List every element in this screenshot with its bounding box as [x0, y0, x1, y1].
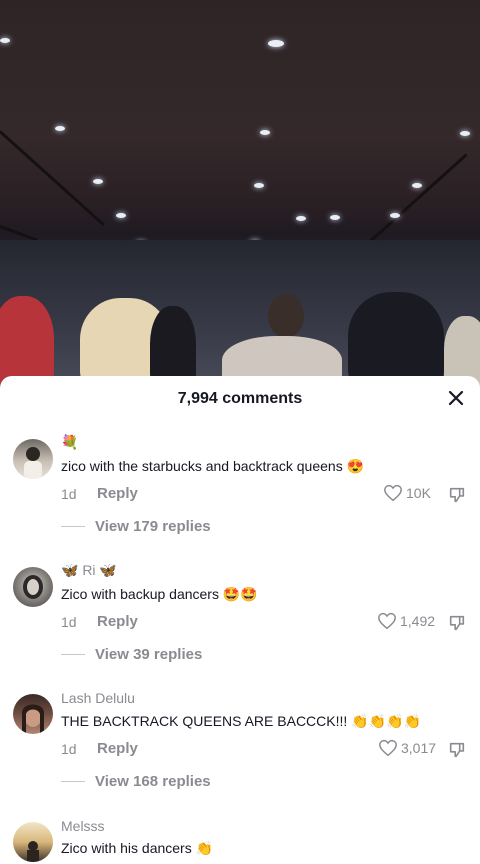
comments-header: 7,994 comments	[0, 376, 480, 422]
ceiling-beam	[0, 130, 106, 227]
like-count: 3,017	[401, 740, 437, 756]
ceiling-light	[330, 215, 340, 220]
ceiling-light	[260, 130, 270, 135]
dislike-icon[interactable]	[448, 614, 466, 632]
like-button[interactable]: 1,492	[377, 612, 435, 630]
heart-icon	[378, 612, 396, 630]
comments-sheet: 7,994 comments 💐 zico with the starbucks…	[0, 376, 480, 864]
comment-item: 🦋 Ri 🦋 Zico with backup dancers 🤩🤩 1d Re…	[0, 562, 480, 672]
like-button[interactable]: 3,017	[378, 739, 436, 757]
ceiling-light	[116, 213, 126, 218]
heart-icon	[379, 739, 397, 757]
dancer-figure	[268, 294, 304, 338]
ceiling-light	[412, 183, 422, 188]
ceiling-beam	[368, 153, 468, 243]
comments-count-title: 7,994 comments	[177, 390, 303, 407]
comment-text: Zico with his dancers 👏	[61, 840, 214, 856]
avatar[interactable]	[13, 822, 53, 862]
reply-button[interactable]: Reply	[97, 740, 138, 757]
comment-text: Zico with backup dancers 🤩🤩	[61, 586, 258, 602]
ceiling-light	[55, 126, 65, 131]
ceiling-light	[0, 38, 10, 43]
like-button[interactable]: 10K	[383, 484, 431, 502]
reply-button[interactable]: Reply	[97, 485, 138, 502]
divider	[61, 654, 85, 655]
comment-time: 1d	[61, 614, 77, 630]
ceiling-light	[254, 183, 264, 188]
avatar[interactable]	[13, 567, 53, 607]
video-player[interactable]	[0, 0, 480, 390]
avatar[interactable]	[13, 439, 53, 479]
dislike-icon[interactable]	[448, 486, 466, 504]
comment-item: Lash Delulu THE BACKTRACK QUEENS ARE BAC…	[0, 690, 480, 800]
divider	[61, 781, 85, 782]
ceiling-light	[296, 216, 306, 221]
close-button[interactable]	[446, 388, 466, 408]
ceiling-light	[390, 213, 400, 218]
view-replies-label: View 179 replies	[95, 518, 211, 535]
comment-text: THE BACKTRACK QUEENS ARE BACCCK!!! 👏👏👏👏	[61, 713, 421, 729]
comment-time: 1d	[61, 741, 77, 757]
ceiling-light	[93, 179, 103, 184]
ceiling-light	[268, 40, 284, 47]
view-replies-button[interactable]: View 168 replies	[61, 773, 211, 790]
comment-username[interactable]: 🦋 Ri 🦋	[61, 562, 117, 579]
heart-icon	[384, 484, 402, 502]
comment-item: 💐 zico with the starbucks and backtrack …	[0, 434, 480, 544]
like-count: 1,492	[400, 613, 436, 629]
view-replies-label: View 39 replies	[95, 646, 203, 663]
view-replies-label: View 168 replies	[95, 773, 211, 790]
like-count: 10K	[406, 485, 431, 501]
reply-button[interactable]: Reply	[97, 613, 138, 630]
comment-time: 1d	[61, 486, 77, 502]
comment-username[interactable]: Melsss	[61, 818, 105, 834]
comment-username[interactable]: Lash Delulu	[61, 690, 135, 706]
view-replies-button[interactable]: View 39 replies	[61, 646, 202, 663]
ceiling-light	[460, 131, 470, 136]
comment-item: Melsss Zico with his dancers 👏	[0, 818, 480, 864]
view-replies-button[interactable]: View 179 replies	[61, 518, 211, 535]
comment-username[interactable]: 💐	[61, 434, 78, 451]
avatar[interactable]	[13, 694, 53, 734]
divider	[61, 526, 85, 527]
close-icon	[448, 390, 464, 406]
comment-text: zico with the starbucks and backtrack qu…	[61, 458, 365, 474]
dislike-icon[interactable]	[448, 741, 466, 759]
